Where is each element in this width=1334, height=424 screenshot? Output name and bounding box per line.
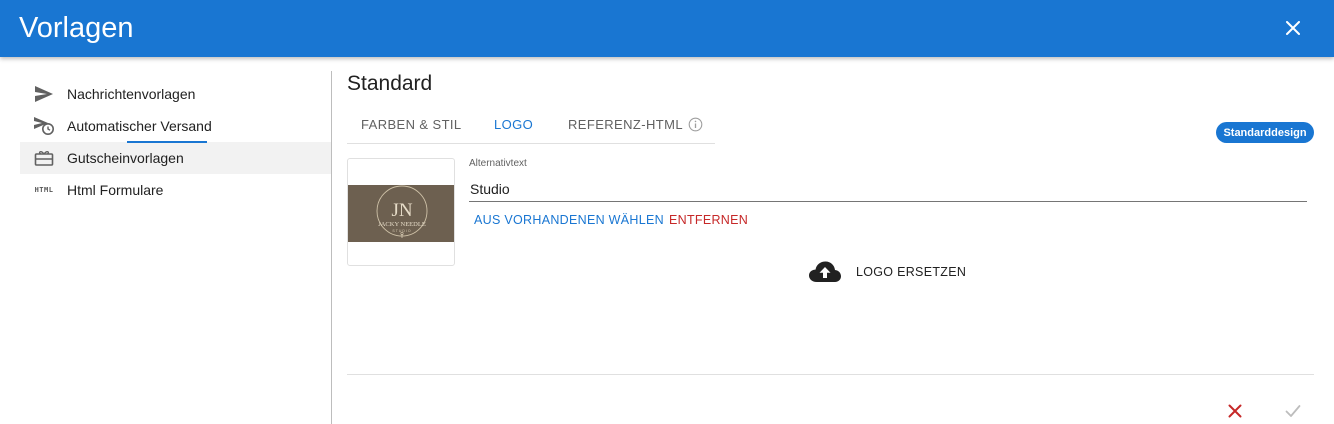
sidebar-item-nachrichtenvorlagen[interactable]: Nachrichtenvorlagen	[20, 78, 331, 110]
gift-card-icon	[32, 147, 56, 169]
sidebar-item-html-formulare[interactable]: HTML Html Formulare	[20, 174, 331, 206]
sidebar-item-label: Nachrichtenvorlagen	[67, 86, 196, 102]
choose-existing-button[interactable]: AUS VORHANDENEN WÄHLEN	[474, 213, 664, 227]
sidebar-item-automatischer-versand[interactable]: Automatischer Versand	[20, 110, 331, 142]
send-icon	[32, 83, 56, 105]
sidebar-item-label: Html Formulare	[67, 182, 164, 198]
active-tab-indicator	[127, 141, 207, 143]
logo-preview-card: JN JACKY NEEDLE STUDIO	[347, 158, 455, 266]
footer-divider	[347, 374, 1314, 375]
status-badge: Standarddesign	[1216, 122, 1314, 143]
close-button[interactable]	[1280, 15, 1306, 41]
tab-bar: FARBEN & STIL LOGO REFERENZ-HTML	[347, 104, 715, 144]
alt-text-label: Alternativtext	[469, 158, 527, 169]
tab-farben-stil[interactable]: FARBEN & STIL	[361, 104, 462, 144]
close-icon	[1286, 21, 1300, 35]
logo-monogram: JN	[391, 200, 412, 221]
logo-image: JN JACKY NEEDLE STUDIO	[348, 185, 454, 242]
alt-text-input[interactable]	[469, 176, 1307, 202]
confirm-button[interactable]	[1282, 400, 1304, 422]
replace-logo-button[interactable]: LOGO ERSETZEN	[808, 258, 966, 286]
dialog-title: Vorlagen	[19, 12, 134, 44]
info-icon	[688, 117, 703, 132]
close-icon	[1228, 404, 1242, 418]
tab-logo[interactable]: LOGO	[494, 104, 533, 144]
dialog-header: Vorlagen	[0, 0, 1334, 57]
logo-text-line1: JACKY NEEDLE	[378, 221, 426, 228]
cloud-upload-icon	[809, 261, 841, 282]
replace-logo-label: LOGO ERSETZEN	[856, 265, 967, 279]
cancel-button[interactable]	[1224, 400, 1246, 422]
tab-referenz-html[interactable]: REFERENZ-HTML	[568, 104, 703, 144]
check-icon	[1285, 405, 1301, 417]
html-icon: HTML	[34, 186, 54, 194]
remove-button[interactable]: ENTFERNEN	[669, 213, 748, 227]
sidebar-item-label: Automatischer Versand	[67, 118, 212, 134]
sidebar-item-label: Gutscheinvorlagen	[67, 150, 184, 166]
page-title: Standard	[347, 72, 433, 95]
vertical-divider	[331, 71, 332, 424]
scheduled-send-icon	[32, 115, 56, 137]
sidebar-item-gutscheinvorlagen[interactable]: Gutscheinvorlagen	[20, 142, 331, 174]
